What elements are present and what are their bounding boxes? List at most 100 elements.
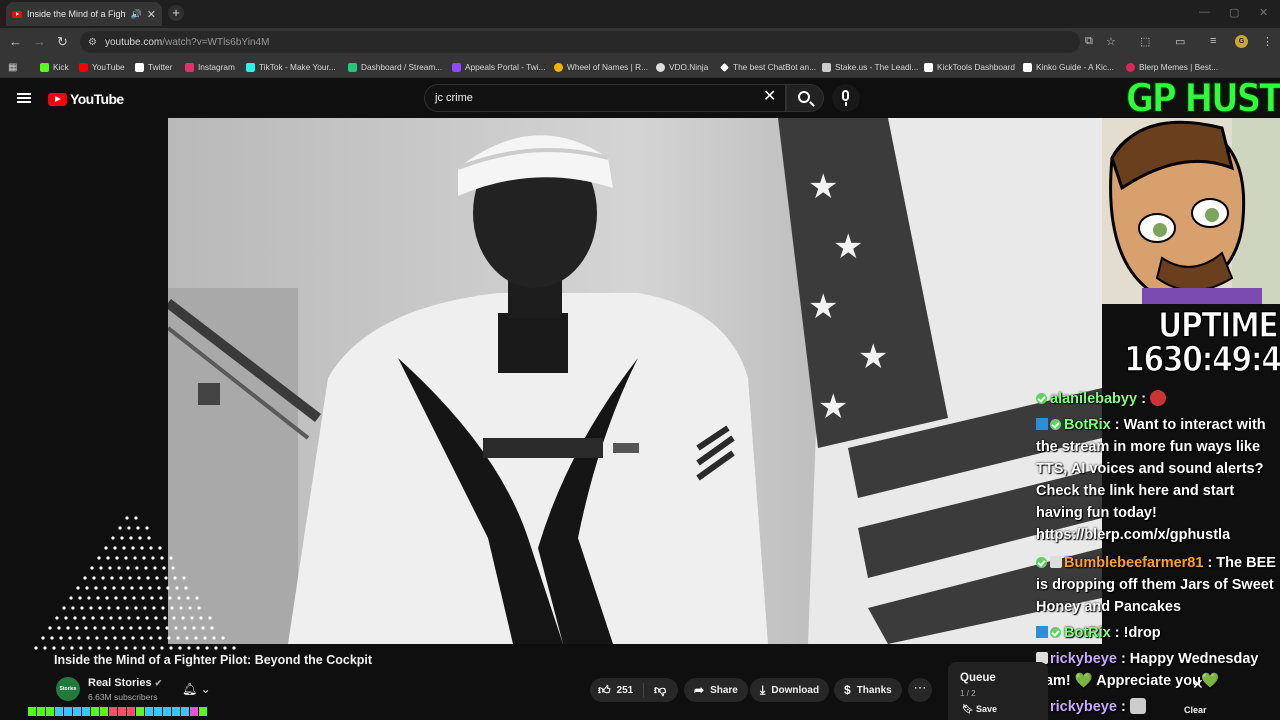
install-app-icon[interactable]: ⧉ bbox=[1085, 35, 1093, 48]
decor-dot bbox=[59, 636, 63, 640]
dislike-button[interactable]: 👎︎ bbox=[646, 678, 674, 702]
youtube-logo[interactable]: YouTube bbox=[48, 91, 124, 107]
bookmark-chatbot[interactable]: The best ChatBot an... bbox=[720, 62, 816, 72]
channel-name[interactable]: Real Stories ✔ bbox=[88, 677, 162, 689]
decor-dot bbox=[125, 606, 129, 610]
save-icon: 🔖︎ bbox=[962, 704, 974, 714]
profile-avatar[interactable]: G bbox=[1235, 35, 1248, 48]
share-button[interactable]: ➦ Share bbox=[684, 678, 748, 702]
decor-dot bbox=[140, 636, 144, 640]
decor-dot bbox=[82, 616, 86, 620]
bookmark-kick[interactable]: Kick bbox=[40, 62, 69, 72]
menu-dots-icon[interactable]: ⋮ bbox=[1262, 35, 1273, 48]
decor-dot bbox=[121, 586, 125, 590]
decor-dot bbox=[148, 586, 152, 590]
chat-text: : Want to interact with the stream in mo… bbox=[1036, 417, 1266, 543]
cast-icon[interactable]: ▭ bbox=[1175, 35, 1185, 48]
download-button[interactable]: ⤓ Download bbox=[750, 678, 830, 702]
video-player[interactable]: ★ ★ ★ ★ ★ bbox=[168, 118, 1102, 644]
bookmark-instagram[interactable]: Instagram bbox=[185, 62, 235, 72]
apps-grid-icon[interactable]: ▦ bbox=[8, 62, 17, 73]
bookmark-kinko[interactable]: Kinko Guide - A Kic... bbox=[1023, 62, 1114, 72]
like-button[interactable]: 👍︎ 251 bbox=[590, 678, 641, 702]
search-button[interactable] bbox=[786, 84, 824, 112]
browser-tab-bar: Inside the Mind of a Fighter 🔊 ✕ + — ▢ ✕ bbox=[0, 0, 1280, 28]
streamer-avatar-panel bbox=[1102, 118, 1280, 304]
search-input[interactable]: jc crime bbox=[424, 84, 786, 112]
decor-dot bbox=[145, 616, 149, 620]
decor-dot bbox=[135, 566, 139, 570]
wheel-icon bbox=[554, 62, 563, 72]
bookmark-stake[interactable]: Stake.us - The Leadi... bbox=[822, 62, 918, 72]
decor-dot bbox=[133, 646, 137, 650]
bookmarks-bar: ▦ Kick YouTube Twitter Instagram TikTok … bbox=[0, 56, 1280, 78]
bot-badge-icon bbox=[1036, 418, 1048, 430]
close-tab-icon[interactable]: ✕ bbox=[147, 8, 156, 21]
stake-icon bbox=[822, 62, 831, 72]
decor-dot bbox=[129, 626, 133, 630]
decor-dot bbox=[98, 606, 102, 610]
decor-dot bbox=[196, 646, 200, 650]
decor-dot bbox=[120, 626, 124, 630]
decor-dot bbox=[170, 606, 174, 610]
kicktools-icon bbox=[924, 62, 933, 72]
decor-dot bbox=[138, 536, 142, 540]
chat-text: : bbox=[1137, 391, 1146, 407]
bookmark-tiktok[interactable]: TikTok - Make Your... bbox=[246, 62, 336, 72]
decor-dot bbox=[154, 616, 158, 620]
bookmark-youtube[interactable]: YouTube bbox=[79, 62, 125, 72]
decor-dot bbox=[146, 576, 150, 580]
instagram-icon bbox=[185, 62, 194, 72]
new-tab-button[interactable]: + bbox=[168, 5, 184, 21]
site-info-icon[interactable]: ⚙ bbox=[88, 37, 97, 48]
address-bar[interactable]: ⚙ youtube.com/watch?v=WTls6bYin4M bbox=[80, 31, 1080, 53]
bookmark-dashboard[interactable]: Dashboard / Stream... bbox=[348, 62, 442, 72]
decor-dot bbox=[127, 526, 131, 530]
subscriber-count: 6.63M subscribers bbox=[88, 692, 158, 702]
maximize-icon[interactable]: ▢ bbox=[1229, 6, 1239, 19]
extensions-icon[interactable]: ⬚ bbox=[1140, 35, 1150, 48]
more-actions-button[interactable]: ⋯ bbox=[908, 678, 932, 702]
decor-dot bbox=[66, 626, 70, 630]
thanks-button[interactable]: $ Thanks bbox=[834, 678, 902, 702]
browser-tab[interactable]: Inside the Mind of a Fighter 🔊 ✕ bbox=[6, 2, 162, 26]
dislike-icon: 👎︎ bbox=[654, 682, 667, 697]
decor-dot bbox=[90, 566, 94, 570]
url-domain: youtube.com bbox=[104, 36, 163, 48]
bookmark-star-icon[interactable]: ☆ bbox=[1106, 35, 1116, 48]
bookmark-wheel[interactable]: Wheel of Names | R... bbox=[554, 62, 648, 72]
decor-dot bbox=[124, 556, 128, 560]
queue-close-icon[interactable]: ✕ bbox=[1192, 676, 1204, 693]
queue-save-button[interactable]: 🔖︎ Save bbox=[962, 704, 997, 715]
decor-dot bbox=[186, 596, 190, 600]
chat-username: rickybeye bbox=[1050, 651, 1117, 667]
media-icon[interactable]: ≡ bbox=[1210, 35, 1216, 47]
bookmark-appeals[interactable]: Appeals Portal - Twi... bbox=[452, 62, 546, 72]
reload-icon[interactable]: ↻ bbox=[57, 34, 68, 50]
minimize-icon[interactable]: — bbox=[1199, 6, 1210, 18]
chat-text: : bbox=[1116, 699, 1126, 715]
url-path: /watch?v=WTls6bYin4M bbox=[162, 36, 270, 48]
decor-dot bbox=[208, 616, 212, 620]
bookmark-blerp[interactable]: Blerp Memes | Best... bbox=[1126, 62, 1218, 72]
bookmark-kicktools[interactable]: KickTools Dashboard bbox=[924, 62, 1015, 72]
decor-dot bbox=[182, 576, 186, 580]
decor-dot bbox=[150, 596, 154, 600]
speaker-icon[interactable]: 🔊 bbox=[131, 9, 142, 20]
decor-dot bbox=[155, 576, 159, 580]
forward-icon[interactable]: → bbox=[33, 34, 46, 49]
voice-search-button[interactable] bbox=[832, 84, 860, 112]
hamburger-menu-icon[interactable] bbox=[17, 93, 31, 103]
bookmark-twitter[interactable]: Twitter bbox=[135, 62, 172, 72]
decor-dot bbox=[107, 606, 111, 610]
notification-bell-icon[interactable]: 🔔︎ ⌄ bbox=[182, 682, 211, 696]
bookmark-vdo-ninja[interactable]: VDO.Ninja bbox=[656, 62, 708, 72]
close-window-icon[interactable]: ✕ bbox=[1259, 6, 1268, 19]
decor-dot bbox=[101, 576, 105, 580]
queue-clear-button[interactable]: Clear bbox=[1184, 705, 1207, 715]
back-icon[interactable]: ← bbox=[9, 34, 22, 49]
clear-search-icon[interactable]: ✕ bbox=[763, 89, 776, 105]
decor-dot bbox=[158, 636, 162, 640]
channel-avatar[interactable]: Stories bbox=[56, 677, 80, 701]
decor-dot bbox=[109, 616, 113, 620]
